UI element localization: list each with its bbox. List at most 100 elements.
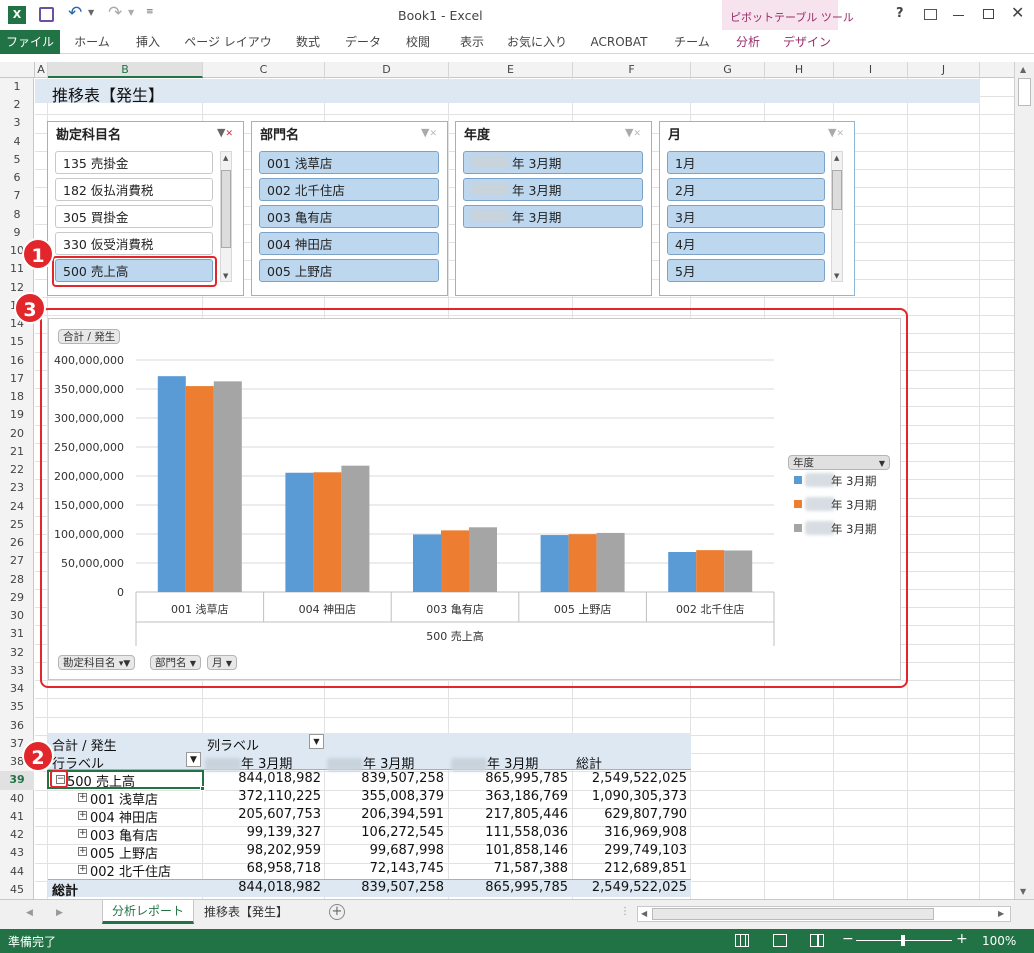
slicer-item[interactable]: 2月 [667,178,825,201]
pivot-cell[interactable]: 111,558,036 [451,825,568,840]
pivot-cell[interactable]: 839,507,258 [327,771,444,786]
row-header[interactable]: 16 [0,352,34,370]
expand-icon[interactable]: + [78,811,87,820]
clear-filter-icon[interactable]: ▼✕ [625,126,641,139]
row-header[interactable]: 42 [0,826,34,844]
pivot-cell[interactable]: 71,587,388 [451,861,568,876]
row-header[interactable]: 20 [0,425,34,443]
pivot-cell[interactable]: 205,607,753 [205,807,321,822]
pivot-cell[interactable]: 72,143,745 [327,861,444,876]
next-sheet-icon[interactable]: ▶ [56,908,63,918]
scroll-thumb[interactable] [1018,78,1031,106]
minimize-icon[interactable] [953,15,964,16]
row-header[interactable]: 3 [0,114,34,132]
filter-field-button-department[interactable]: 部門名 ▼ [150,655,201,670]
row-header[interactable]: 4 [0,133,34,151]
legend-field-button[interactable]: 年度 ▼ [788,455,890,470]
filter-field-button-month[interactable]: 月 ▼ [207,655,237,670]
bar[interactable] [441,530,469,592]
tab-view[interactable]: 表示 [450,30,494,54]
row-header[interactable]: 44 [0,863,34,881]
slicer-item[interactable]: 003 亀有店 [259,205,439,228]
scroll-thumb[interactable] [652,908,934,920]
column-header-a[interactable]: A [35,62,48,78]
row-header[interactable]: 23 [0,479,34,497]
sheet-tab-active[interactable]: 分析レポート [102,900,194,924]
zoom-slider-thumb[interactable] [901,935,905,946]
slicer-item[interactable]: 305 買掛金 [55,205,213,228]
fill-handle[interactable] [200,786,205,791]
row-header[interactable]: 35 [0,698,34,716]
undo-dropdown-icon[interactable]: ▼ [88,8,94,17]
row-header[interactable]: 5 [0,151,34,169]
column-header-i[interactable]: I [834,62,908,78]
column-header-e[interactable]: E [449,62,573,78]
pivot-cell[interactable]: 68,958,718 [205,861,321,876]
row-header[interactable]: 22 [0,461,34,479]
row-header[interactable]: 17 [0,370,34,388]
bar[interactable] [724,550,753,592]
pivot-cell[interactable]: 206,394,591 [327,807,444,822]
row-header[interactable]: 19 [0,406,34,424]
column-header-h[interactable]: H [765,62,834,78]
pivot-cell[interactable]: 355,008,379 [327,789,444,804]
slicer-item[interactable]: 330 仮受消費税 [55,232,213,255]
tab-data[interactable]: データ [340,30,386,54]
bar[interactable] [696,550,725,592]
scroll-left-icon[interactable]: ◀ [641,909,647,918]
row-header[interactable]: 21 [0,443,34,461]
redo-icon[interactable]: ↷ [108,3,122,23]
bar[interactable] [540,535,569,592]
slicer-item[interactable]: 135 売掛金 [55,151,213,174]
filter-field-button-account[interactable]: 勘定科目名 ▾▼ [58,655,136,670]
expand-icon[interactable]: + [78,793,87,802]
zoom-slider[interactable] [856,935,952,946]
redo-dropdown-icon[interactable]: ▼ [128,8,134,17]
zoom-in-icon[interactable]: + [956,931,968,947]
expand-icon[interactable]: + [78,847,87,856]
row-header[interactable]: 25 [0,516,34,534]
vertical-scrollbar[interactable]: ▲ ▼ [1014,62,1034,899]
row-header[interactable]: 28 [0,571,34,589]
tab-analyze[interactable]: 分析 [726,30,770,54]
pivot-cell[interactable]: 98,202,959 [205,843,321,858]
pivot-cell[interactable]: 99,687,998 [327,843,444,858]
pivot-cell[interactable]: 106,272,545 [327,825,444,840]
row-header[interactable]: 15 [0,333,34,351]
bar[interactable] [413,534,441,592]
row-header[interactable]: 8 [0,206,34,224]
bar[interactable] [213,381,242,592]
bar[interactable] [568,534,597,592]
scroll-down-icon[interactable]: ▼ [223,272,228,280]
slicer-item[interactable]: 年 3月期 [463,178,643,201]
row-header[interactable]: 34 [0,680,34,698]
pivot-cell[interactable]: 217,805,446 [451,807,568,822]
clear-filter-icon[interactable]: ▼✕ [217,126,233,139]
tab-formulas[interactable]: 数式 [286,30,330,54]
save-icon[interactable] [39,7,54,22]
row-header[interactable]: 1 [0,78,34,96]
scroll-up-icon[interactable]: ▲ [834,154,839,162]
help-icon[interactable]: ? [896,6,904,21]
column-header-g[interactable]: G [691,62,765,78]
row-header[interactable]: 29 [0,589,34,607]
row-header[interactable]: 32 [0,644,34,662]
pivot-cell[interactable]: 865,995,785 [451,771,568,786]
slicer-item[interactable]: 4月 [667,232,825,255]
row-header[interactable]: 45 [0,881,34,899]
pivot-cell[interactable]: 299,749,103 [575,843,687,858]
row-header[interactable]: 33 [0,662,34,680]
row-header[interactable]: 30 [0,607,34,625]
zoom-out-icon[interactable]: − [842,931,854,947]
bar[interactable] [596,532,625,592]
customize-qat-icon[interactable]: ≡ [146,7,154,17]
pivot-cell[interactable]: 372,110,225 [205,789,321,804]
slicer-item[interactable]: 5月 [667,259,825,282]
slicer-item[interactable]: 年 3月期 [463,151,643,174]
expand-icon[interactable]: + [78,865,87,874]
pivot-cell[interactable]: 1,090,305,373 [575,789,687,804]
row-filter-icon[interactable]: ▼ [186,752,201,767]
bar[interactable] [157,376,186,592]
ribbon-display-options-icon[interactable] [924,9,937,20]
close-icon[interactable]: ✕ [1011,3,1024,22]
